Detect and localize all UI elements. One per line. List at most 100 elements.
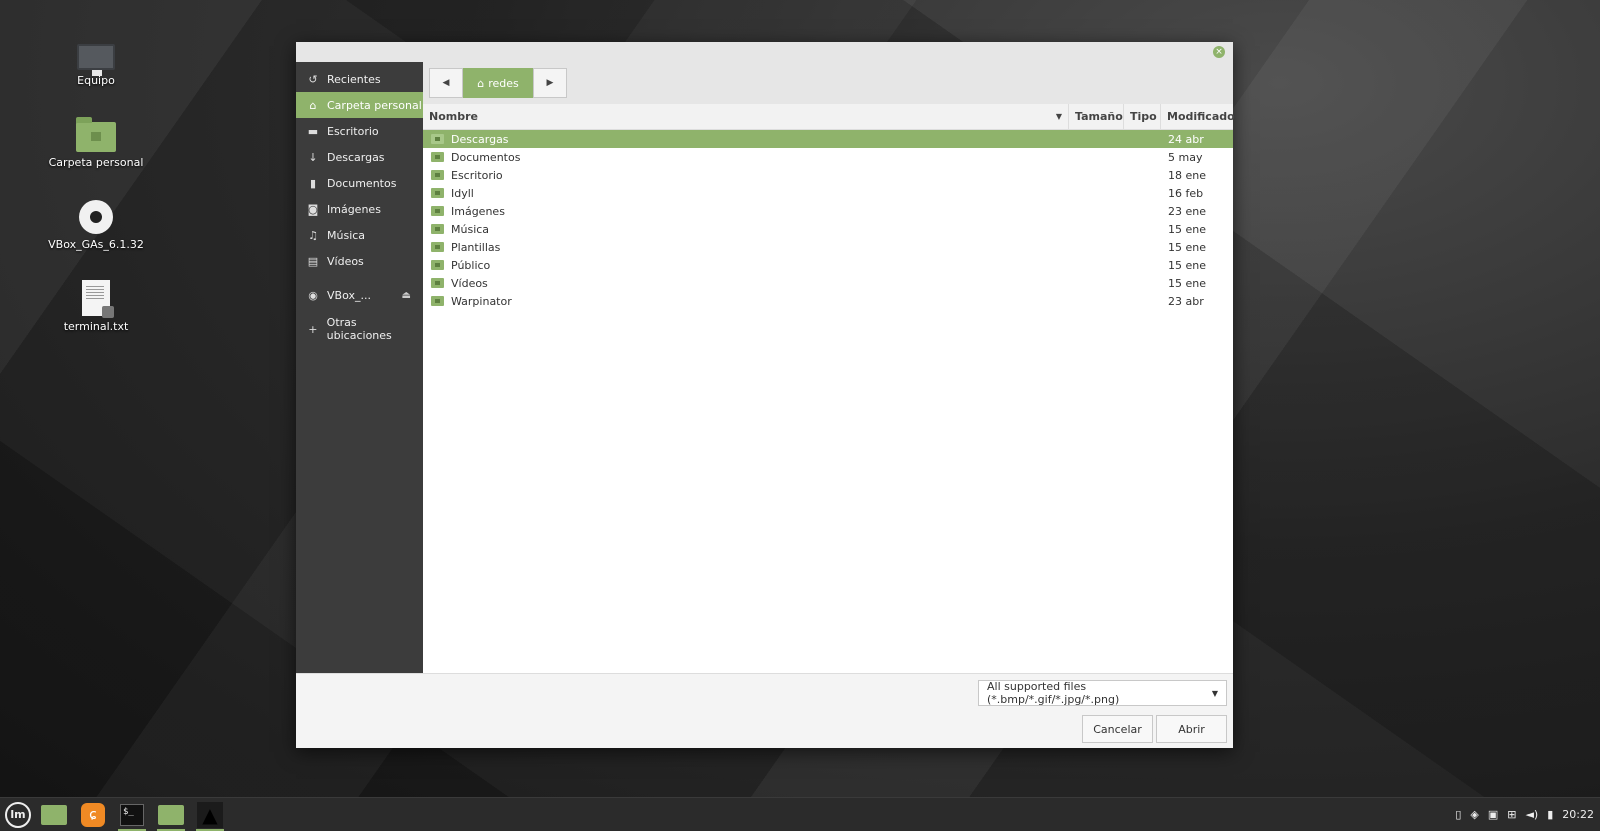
sidebar-item-recientes[interactable]: ↺ Recientes (296, 66, 423, 92)
folder-icon (431, 278, 444, 288)
sidebar-item-musica[interactable]: ♫ Música (296, 222, 423, 248)
sidebar-item-escritorio[interactable]: ▬ Escritorio (296, 118, 423, 144)
chevron-right-icon: ▶ (546, 78, 554, 88)
taskbar-file-manager[interactable] (38, 799, 70, 831)
sidebar-item-otras-ubicaciones[interactable]: + Otras ubicaciones (296, 316, 423, 342)
file-name: Descargas (451, 132, 509, 146)
column-header-modified[interactable]: Modificado (1161, 104, 1235, 129)
home-folder-icon (76, 117, 116, 152)
file-modified: 16 feb (1168, 186, 1204, 200)
file-browser: ◀ ⌂ redes ▶ Nombre ▼ Tamaño Tipo Modific… (423, 62, 1235, 673)
sidebar-item-imagenes[interactable]: ◙ Imágenes (296, 196, 423, 222)
sidebar-item-label: Otras ubicaciones (326, 316, 392, 342)
eject-icon[interactable]: ⏏ (402, 290, 411, 301)
file-row-publico[interactable]: Público 15 ene (423, 256, 1233, 274)
sidebar-item-descargas[interactable]: ↓ Descargas (296, 144, 423, 170)
file-name: Vídeos (451, 276, 488, 290)
desktop-icon-label: VBox_GAs_6.1.32 (48, 238, 144, 251)
sidebar-item-vbox[interactable]: ◉ VBox_... ⏏ (296, 282, 423, 308)
file-name: Imágenes (451, 204, 505, 218)
file-row-documentos[interactable]: Documentos 5 may (423, 148, 1233, 166)
folder-icon (158, 804, 184, 825)
path-crumb-redes[interactable]: ⌂ redes (463, 68, 533, 98)
sidebar-item-label: Recientes (327, 72, 381, 86)
column-header-size[interactable]: Tamaño (1069, 104, 1124, 129)
file-name: Plantillas (451, 240, 501, 254)
file-row-imagenes[interactable]: Imágenes 23 ene (423, 202, 1233, 220)
menu-button[interactable]: lm (5, 801, 31, 828)
file-modified: 15 ene (1168, 240, 1207, 254)
sidebar-item-carpeta-personal[interactable]: ⌂ Carpeta personal (296, 92, 423, 118)
file-modified: 23 ene (1168, 204, 1207, 218)
file-row-descargas[interactable]: Descargas 24 abr (423, 130, 1233, 148)
desktop-icon-terminal-txt[interactable]: terminal.txt (40, 276, 152, 333)
network-icon[interactable]: ⊞ (1507, 808, 1516, 821)
path-forward-button[interactable]: ▶ (533, 68, 567, 98)
folder-icon (431, 206, 444, 216)
recent-icon: ↺ (308, 72, 318, 86)
sidebar-item-videos[interactable]: ▤ Vídeos (296, 248, 423, 274)
film-icon: ▤ (307, 254, 319, 268)
desktop-icon-label: Carpeta personal (48, 156, 144, 169)
column-label: Tamaño (1075, 110, 1123, 123)
file-row-escritorio[interactable]: Escritorio 18 ene (423, 166, 1233, 184)
download-icon: ↓ (308, 150, 318, 164)
column-header-name[interactable]: Nombre ▼ (423, 104, 1069, 129)
clock[interactable]: 20:22 (1562, 808, 1594, 821)
notes-icon[interactable]: ▣ (1488, 808, 1498, 821)
music-icon: ♫ (308, 228, 318, 242)
disc-icon: ◉ (308, 288, 318, 302)
column-header-type[interactable]: Tipo (1124, 104, 1161, 129)
sidebar-separator (296, 274, 423, 282)
path-back-button[interactable]: ◀ (429, 68, 463, 98)
sidebar-item-label: Música (327, 228, 366, 242)
column-label: Nombre (429, 110, 478, 123)
file-modified: 18 ene (1168, 168, 1207, 182)
firefox-icon: ɕ (81, 802, 105, 827)
folder-icon (431, 224, 444, 234)
path-crumb-label: redes (488, 76, 519, 90)
file-modified: 23 abr (1168, 294, 1204, 308)
file-row-warpinator[interactable]: Warpinator 23 abr (423, 292, 1233, 310)
file-list: Descargas 24 abr Documentos 5 may Escrit… (423, 130, 1233, 310)
folder-icon (431, 152, 444, 162)
camera-icon: ◙ (307, 202, 319, 216)
terminal-icon: $_ (120, 803, 144, 826)
desktop-icon-label: terminal.txt (63, 320, 129, 333)
open-button[interactable]: Abrir (1156, 715, 1227, 743)
sidebar-item-label: Escritorio (327, 124, 379, 138)
folder-icon (431, 188, 444, 198)
taskbar-files-window[interactable] (155, 799, 187, 831)
filter-label: All supported files (*.bmp/*.gif/*.jpg/*… (987, 680, 1120, 706)
desktop-icon-carpeta-personal[interactable]: Carpeta personal (40, 112, 152, 169)
sidebar-item-label: Vídeos (327, 254, 364, 268)
taskbar-terminal[interactable]: $_ (116, 799, 148, 831)
volume-icon[interactable]: ◄) (1525, 808, 1538, 821)
file-type-filter[interactable]: All supported files (*.bmp/*.gif/*.jpg/*… (978, 680, 1227, 706)
computer-icon (77, 44, 115, 76)
clipboard-icon[interactable]: ▯ (1455, 808, 1461, 821)
sidebar-item-label: Documentos (327, 176, 397, 190)
file-row-idyll[interactable]: Idyll 16 feb (423, 184, 1233, 202)
battery-icon[interactable]: ▮ (1547, 808, 1553, 821)
close-icon[interactable]: × (1213, 46, 1225, 58)
sidebar-item-documentos[interactable]: ▮ Documentos (296, 170, 423, 196)
chevron-down-icon: ▼ (1211, 688, 1218, 698)
taskbar-firefox[interactable]: ɕ (77, 799, 109, 831)
sidebar-item-label: Carpeta personal (327, 98, 422, 112)
file-row-musica[interactable]: Música 15 ene (423, 220, 1233, 238)
sort-down-icon: ▼ (1055, 112, 1062, 121)
desktop-icon-vbox[interactable]: VBox_GAs_6.1.32 (40, 194, 152, 251)
desktop-icon-equipo[interactable]: Equipo (40, 30, 152, 87)
column-label: Modificado (1167, 110, 1235, 123)
system-tray: ▯ ◈ ▣ ⊞ ◄) ▮ 20:22 (1455, 808, 1600, 821)
cancel-button[interactable]: Cancelar (1082, 715, 1153, 743)
dialog-titlebar[interactable]: × (296, 42, 1233, 62)
file-row-videos[interactable]: Vídeos 15 ene (423, 274, 1233, 292)
shield-icon[interactable]: ◈ (1470, 808, 1478, 821)
taskbar-spy-app[interactable]: ▲ (194, 799, 226, 831)
file-modified: 24 abr (1168, 132, 1204, 146)
folder-icon (431, 170, 444, 180)
file-modified: 5 may (1168, 150, 1203, 164)
file-row-plantillas[interactable]: Plantillas 15 ene (423, 238, 1233, 256)
